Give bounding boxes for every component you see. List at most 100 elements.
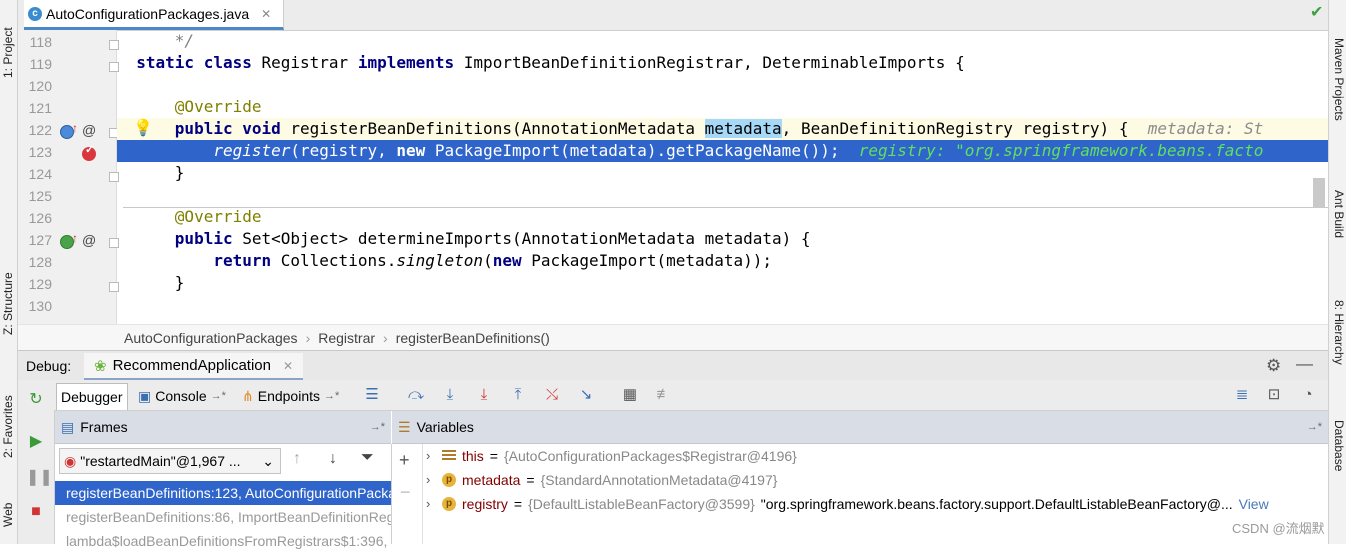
code-text: Registrar — [251, 53, 358, 72]
keyword: new — [492, 251, 522, 270]
close-icon[interactable]: ✕ — [261, 7, 271, 21]
variable-row[interactable]: › p metadata = {StandardAnnotationMetada… — [426, 468, 777, 492]
pin-icon: →* — [210, 390, 226, 402]
variable-value: {DefaultListableBeanFactory@3599} — [528, 496, 755, 512]
editor-scrollbar-thumb[interactable] — [1313, 178, 1325, 208]
code-line-123-execution-point: register(registry, new PackageImport(met… — [117, 140, 1328, 162]
debug-label: Debug: — [26, 358, 72, 374]
line-number: 124 — [28, 166, 52, 182]
trace-icon[interactable]: ≢ — [654, 386, 674, 404]
tool-window-hierarchy[interactable]: 8: Hierarchy — [1331, 280, 1346, 380]
tool-window-ant[interactable]: Ant Build — [1331, 170, 1346, 250]
editor-tab-bar: c AutoConfigurationPackages.java ✕ ✔ — [18, 0, 1328, 31]
frame-row[interactable]: registerBeanDefinitions:123, AutoConfigu… — [55, 481, 391, 505]
rerun-icon[interactable]: ↻ — [26, 390, 46, 410]
minimize-icon[interactable]: — — [1296, 354, 1313, 374]
inline-debug-value: metadata: St — [1147, 119, 1264, 138]
console-icon: ▣ — [138, 387, 152, 404]
code-text: registerBeanDefinitions(AnnotationMetada… — [280, 119, 705, 138]
chevron-down-icon: ⌄ — [262, 452, 274, 469]
watermark: CSDN @流烟默 — [1232, 521, 1325, 536]
tab-console[interactable]: ▣ Console →* — [134, 383, 230, 409]
debug-actions-column: ↻ ▶ ❚❚ ■ — [18, 380, 55, 544]
variables-panel: + − › this = {AutoConfigurationPackages$… — [392, 444, 1328, 544]
tool-window-database[interactable]: Database — [1331, 400, 1346, 490]
frames-panel: ◉ "restartedMain"@1,967 ... ⌄ ↑ ↓ ⏷ regi… — [55, 444, 392, 549]
filter-icon[interactable]: ⏷ — [361, 449, 374, 467]
frames-panel-header: ▤ Frames →* — [55, 411, 391, 444]
tool-window-favorites[interactable]: 2: Favorites — [0, 378, 17, 473]
chevron-right-icon[interactable]: › — [426, 468, 436, 492]
close-icon[interactable]: ✕ — [283, 359, 293, 373]
code-text: (registry, — [290, 141, 397, 160]
add-watch-icon[interactable]: + — [399, 450, 410, 471]
line-number: 118 — [29, 34, 52, 50]
code-editor[interactable]: */ static class Registrar implements Imp… — [117, 30, 1328, 324]
gauge-icon[interactable]: ◔ — [1298, 386, 1318, 404]
database-icon[interactable]: ≣ — [1232, 386, 1252, 404]
breadcrumb-item-inner-class[interactable]: Registrar — [318, 330, 375, 346]
tab-debugger[interactable]: Debugger — [56, 383, 128, 410]
drop-frame-icon[interactable]: ⤯ — [542, 386, 562, 404]
chevron-right-icon[interactable]: › — [426, 492, 436, 516]
p-icon: p — [442, 473, 456, 487]
run-to-cursor-icon[interactable]: ↘ — [576, 386, 596, 404]
arrow-up-icon[interactable]: ↑ — [293, 450, 301, 468]
line-number: 119 — [29, 56, 52, 72]
line-number: 127 — [28, 232, 52, 248]
breadcrumb-item-class[interactable]: AutoConfigurationPackages — [124, 330, 298, 346]
tab-endpoints-label: Endpoints — [257, 388, 321, 404]
debug-toolbar: Debugger ▣ Console →* ⋔ Endpoints →* ☰ ⤼… — [54, 380, 1328, 411]
tab-endpoints[interactable]: ⋔ Endpoints →* — [238, 383, 343, 409]
step-over-icon[interactable]: ⤼ — [406, 386, 426, 404]
tool-window-web[interactable]: Web — [0, 495, 17, 544]
thread-selector[interactable]: ◉ "restartedMain"@1,967 ... ⌄ — [59, 448, 281, 474]
line-number: 122 — [28, 122, 52, 138]
tool-window-maven-label: Maven Projects — [1332, 38, 1346, 121]
pin-icon[interactable]: →* — [370, 421, 385, 433]
tool-window-project[interactable]: 1: Project — [0, 0, 17, 95]
gear-icon[interactable]: ⚙ — [1266, 356, 1281, 376]
view-link[interactable]: View — [1239, 492, 1269, 516]
arrow-down-icon[interactable]: ↓ — [329, 450, 337, 468]
tab-debugger-label: Debugger — [61, 389, 123, 405]
annotation-marker: @ — [82, 122, 97, 138]
frame-row[interactable]: registerBeanDefinitions:86, ImportBeanDe… — [55, 505, 391, 529]
menu-icon[interactable]: ☰ — [362, 386, 382, 404]
keyword: public void — [174, 119, 281, 138]
list-icon — [442, 450, 456, 462]
breadcrumb-item-method[interactable]: registerBeanDefinitions() — [396, 330, 550, 346]
remove-watch-icon[interactable]: − — [400, 482, 411, 503]
tool-window-maven[interactable]: Maven Projects — [1331, 18, 1346, 138]
run-config-tab[interactable]: ❀ RecommendApplication ✕ — [84, 353, 304, 381]
frame-row[interactable]: lambda$loadBeanDefinitionsFromRegistrars… — [55, 529, 391, 553]
variable-row[interactable]: › this = {AutoConfigurationPackages$Regi… — [426, 444, 797, 468]
resume-icon[interactable]: ▶ — [26, 432, 46, 452]
stop-icon[interactable]: ■ — [26, 502, 46, 522]
code-line-124: } — [117, 162, 1328, 184]
method-call: register — [213, 141, 291, 160]
layout-icon[interactable]: ⊡ — [1264, 386, 1284, 404]
thread-suspended-icon: ◉ — [64, 452, 77, 469]
frames-title: Frames — [80, 419, 128, 435]
code-line-126: @Override — [117, 206, 1328, 228]
tool-window-web-label: Web — [1, 502, 15, 527]
chevron-right-icon[interactable]: › — [426, 444, 436, 468]
pause-icon[interactable]: ❚❚ — [26, 468, 53, 488]
evaluate-expression-icon[interactable]: ▦ — [620, 386, 640, 404]
step-into-icon[interactable]: ⤓ — [440, 386, 460, 404]
tool-window-structure-label: Z: Structure — [1, 272, 15, 335]
editor-tab-autoconfigurationpackages[interactable]: c AutoConfigurationPackages.java ✕ — [24, 0, 285, 30]
endpoints-icon: ⋔ — [242, 387, 254, 404]
intention-bulb-icon[interactable]: 💡 — [133, 118, 153, 138]
step-out-icon[interactable]: ⤒ — [508, 386, 528, 404]
variables-icon: ☰ — [398, 418, 411, 435]
variable-row[interactable]: › p registry = {DefaultListableBeanFacto… — [426, 492, 1269, 516]
left-tool-strip: 1: Project Z: Structure 2: Favorites Web — [0, 0, 18, 544]
force-step-into-icon[interactable]: ⤓ — [474, 386, 494, 404]
pin-icon[interactable]: →* — [1307, 421, 1322, 433]
annotation-marker: @ — [82, 232, 97, 248]
keyword: public — [174, 229, 233, 248]
inline-debug-value: registry: "org.springframework.beans.fac… — [858, 141, 1264, 160]
tool-window-structure[interactable]: Z: Structure — [0, 255, 17, 350]
